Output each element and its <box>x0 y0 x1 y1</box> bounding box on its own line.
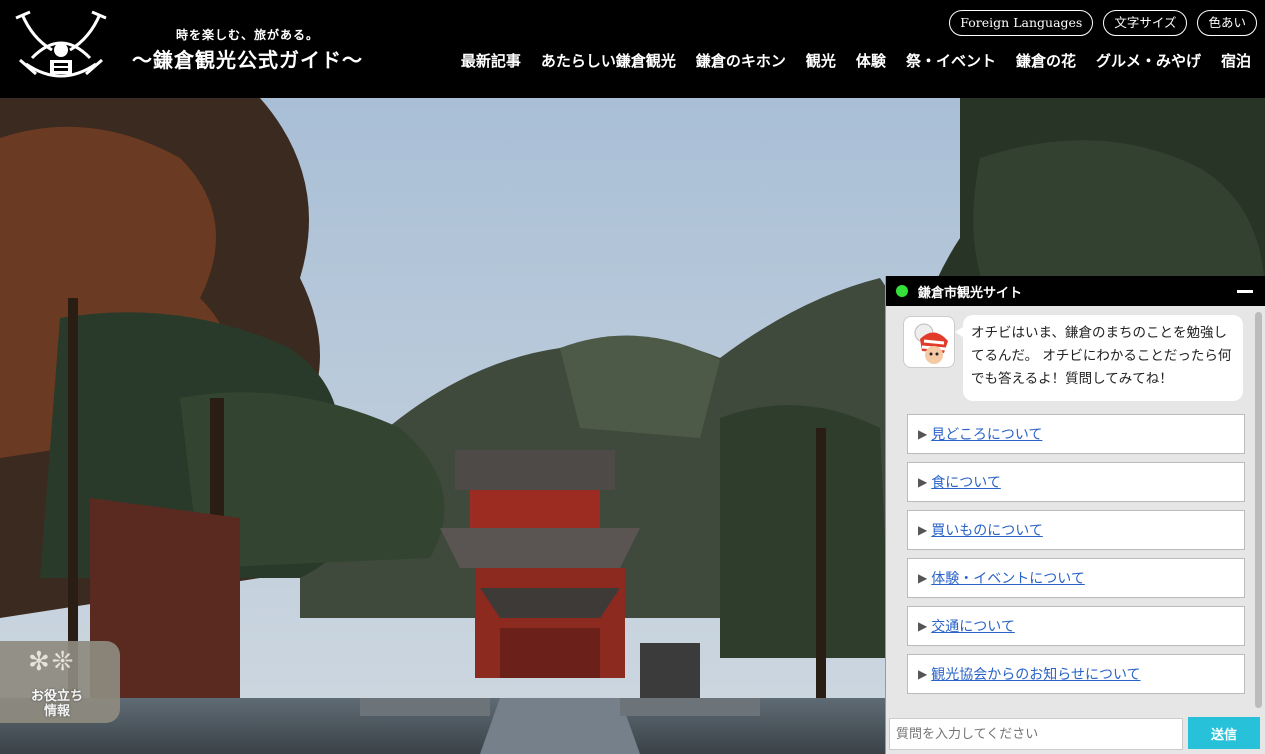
nav-gourmet[interactable]: グルメ・みやげ <box>1096 50 1201 71</box>
triangle-right-icon: ▶ <box>918 427 928 441</box>
option-association-news[interactable]: ▶ 観光協会からのお知らせについて <box>907 654 1245 694</box>
main-nav: 最新記事 あたらしい鎌倉観光 鎌倉のキホン 観光 体験 祭・イベント 鎌倉の花 … <box>441 50 1251 71</box>
nav-flowers[interactable]: 鎌倉の花 <box>1016 50 1076 71</box>
option-food[interactable]: ▶ 食について <box>907 462 1245 502</box>
chat-title: 鎌倉市観光サイト <box>918 285 1023 301</box>
option-transport[interactable]: ▶ 交通について <box>907 606 1245 646</box>
send-button[interactable]: 送信 <box>1188 717 1260 749</box>
foreign-languages-button[interactable]: Foreign Languages <box>949 10 1094 36</box>
font-size-button[interactable]: 文字サイズ <box>1103 10 1188 36</box>
kabuto-logo[interactable] <box>12 8 110 88</box>
option-experience-events[interactable]: ▶ 体験・イベントについて <box>907 558 1245 598</box>
chat-header[interactable]: 鎌倉市観光サイト <box>886 276 1265 306</box>
question-input[interactable] <box>889 718 1183 750</box>
bot-message: オチビはいま、鎌倉のまちのことを勉強してるんだ。 オチビにわかることだったら何で… <box>955 315 1243 401</box>
triangle-right-icon: ▶ <box>918 523 928 537</box>
ochibi-avatar <box>903 316 955 368</box>
online-status-icon <box>896 285 908 297</box>
chat-scrollbar[interactable] <box>1255 312 1262 708</box>
chat-messages: オチビはいま、鎌倉のまちのことを勉強してるんだ。 オチビにわかることだったら何で… <box>886 306 1253 714</box>
triangle-right-icon: ▶ <box>918 619 928 633</box>
site-header: 時を楽しむ、旅がある。 〜鎌倉観光公式ガイド〜 Foreign Language… <box>0 0 1265 98</box>
chat-input-row: 送信 <box>886 714 1265 754</box>
utility-buttons: Foreign Languages 文字サイズ 色あい <box>949 10 1257 36</box>
option-shopping[interactable]: ▶ 買いものについて <box>907 510 1245 550</box>
nav-events[interactable]: 祭・イベント <box>906 50 996 71</box>
chat-widget: 鎌倉市観光サイト オチビはいま、鎌倉のまちのことを勉強してるんだ。 オチビにわか… <box>885 276 1265 754</box>
nav-new-tourism[interactable]: あたらしい鎌倉観光 <box>541 50 676 71</box>
triangle-right-icon: ▶ <box>918 475 928 489</box>
useful-info-button[interactable]: ✻❊ お役立ち 情報 <box>0 641 120 723</box>
triangle-right-icon: ▶ <box>918 667 928 681</box>
nav-lodging[interactable]: 宿泊 <box>1221 50 1251 71</box>
minimize-icon[interactable] <box>1237 290 1253 293</box>
nav-latest[interactable]: 最新記事 <box>461 50 521 71</box>
triangle-right-icon: ▶ <box>918 571 928 585</box>
option-sights[interactable]: ▶ 見どころについて <box>907 414 1245 454</box>
useful-info-label: お役立ち 情報 <box>30 689 83 719</box>
color-scheme-button[interactable]: 色あい <box>1197 10 1257 36</box>
nav-sightseeing[interactable]: 観光 <box>806 50 836 71</box>
nav-experience[interactable]: 体験 <box>856 50 886 71</box>
snowflake-icon: ✻❊ <box>28 647 76 677</box>
nav-basics[interactable]: 鎌倉のキホン <box>696 50 786 71</box>
site-title[interactable]: 〜鎌倉観光公式ガイド〜 <box>132 44 363 73</box>
tagline: 時を楽しむ、旅がある。 <box>176 28 320 42</box>
